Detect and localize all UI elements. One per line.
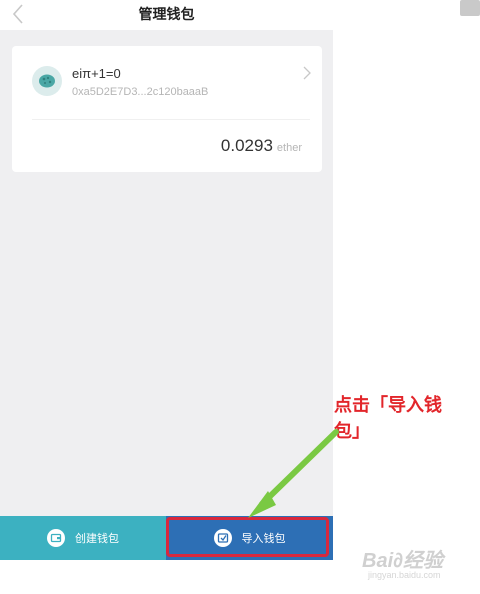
wallet-address: 0xa5D2E7D3...2c120baaaB — [72, 86, 209, 98]
create-wallet-label: 创建钱包 — [75, 533, 119, 545]
wallet-icon — [47, 529, 65, 547]
watermark-url: jingyan.baidu.com — [368, 570, 441, 580]
import-wallet-button[interactable]: 导入钱包 — [166, 516, 333, 560]
chevron-right-icon — [303, 66, 311, 80]
import-icon — [213, 529, 232, 547]
page-title: 管理钱包 — [138, 6, 195, 22]
watermark: Bai∂经验 jingyan.baidu.com — [362, 544, 472, 584]
wallet-balance: 0.0293 ether — [221, 136, 302, 156]
wallet-avatar-icon — [32, 66, 62, 96]
balance-value: 0.0293 — [220, 136, 273, 155]
watermark-logo: Bai∂经验 — [362, 550, 444, 572]
wallet-row[interactable]: eiπ+1=0 0xa5D2E7D3...2c120baaaB — [12, 46, 322, 116]
divider — [32, 119, 310, 120]
phone-screen: 管理钱包 eiπ+1=0 0xa5D2E7D3...2c120baaaB 0.0… — [0, 0, 333, 560]
bottom-action-bar: 创建钱包 导入钱包 — [0, 516, 333, 560]
create-wallet-button[interactable]: 创建钱包 — [0, 516, 166, 560]
import-wallet-label: 导入钱包 — [241, 533, 286, 545]
annotation-callout: 点击「导入钱 包」 — [334, 392, 474, 444]
annotation-line-2: 包」 — [334, 421, 370, 441]
corner-icon — [460, 0, 480, 16]
balance-unit: ether — [276, 142, 302, 154]
wallet-card: eiπ+1=0 0xa5D2E7D3...2c120baaaB 0.0293 et… — [12, 46, 322, 172]
navigation-bar: 管理钱包 — [0, 0, 333, 30]
wallet-name: eiπ+1=0 — [72, 66, 121, 81]
annotation-line-1: 点击「导入钱 — [334, 395, 442, 415]
